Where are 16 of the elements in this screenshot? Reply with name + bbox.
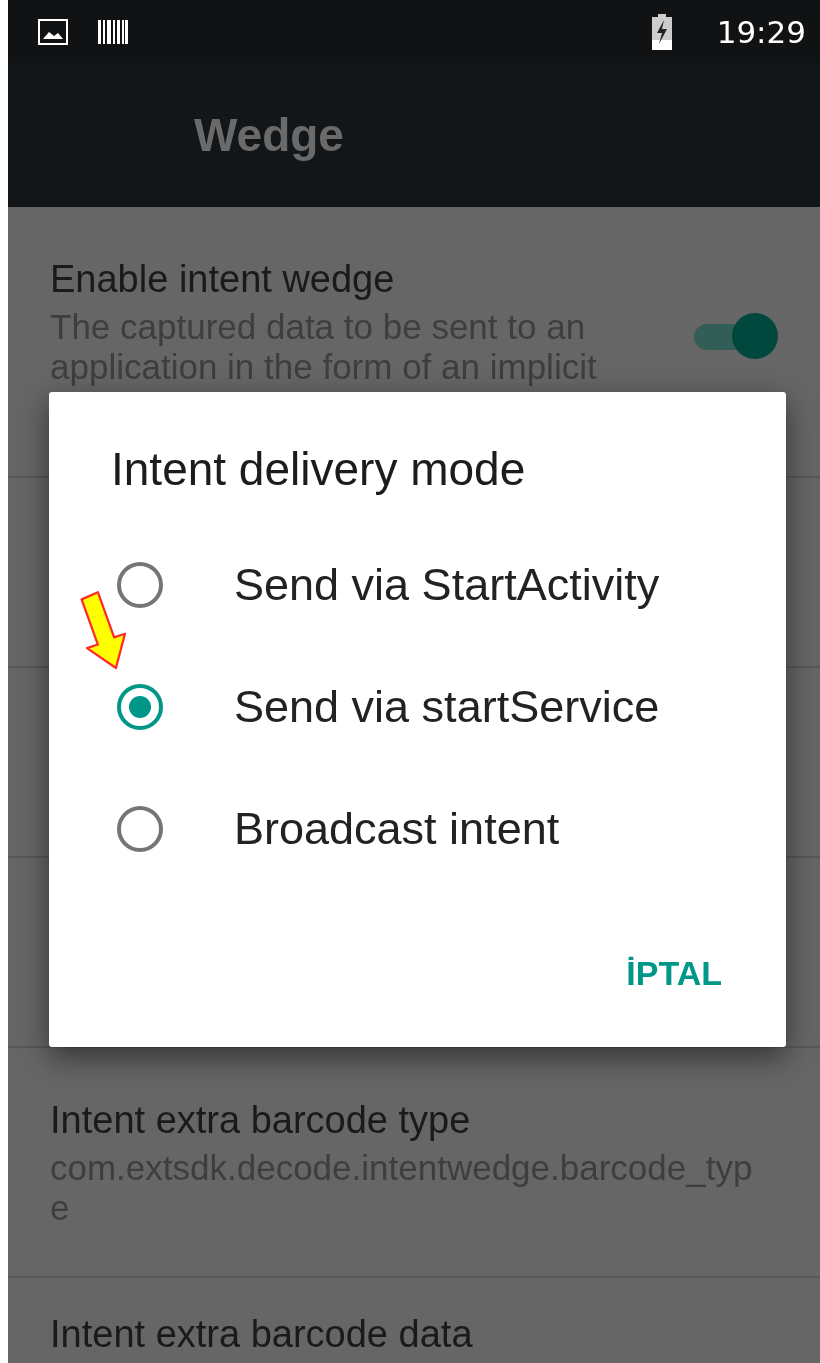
barcode-icon [98, 19, 128, 44]
setting-title: Enable intent wedge [50, 257, 396, 301]
toolbar-title: Wedge [194, 108, 344, 162]
image-icon [38, 18, 68, 45]
dialog-title: Intent delivery mode [111, 442, 527, 496]
clock-time: 19:29 [716, 13, 806, 50]
setting-title: Intent extra barcode data [50, 1312, 474, 1356]
battery-charging-icon [650, 13, 673, 50]
radio-option[interactable]: Send via startService [49, 646, 786, 768]
radio-option[interactable]: Send via StartActivity [49, 524, 786, 646]
radio-button[interactable] [116, 561, 164, 609]
radio-option[interactable]: Broadcast intent [49, 768, 786, 890]
setting-title: Intent extra barcode type [50, 1098, 472, 1142]
radio-button[interactable] [116, 683, 164, 731]
radio-button[interactable] [116, 805, 164, 853]
cancel-button[interactable]: İPTAL [622, 948, 726, 999]
